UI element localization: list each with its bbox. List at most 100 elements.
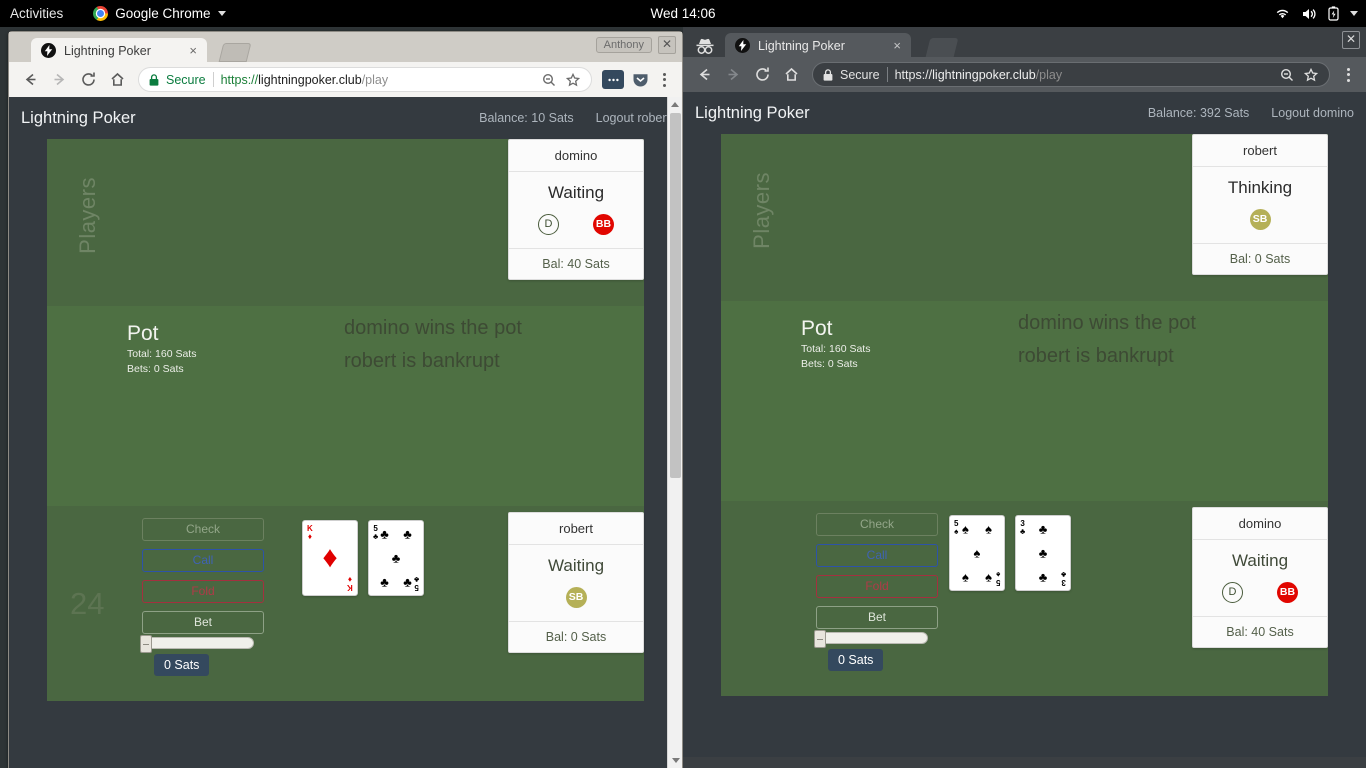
player-name: domino (1238, 516, 1282, 531)
slider-thumb[interactable] (140, 635, 152, 653)
scroll-up-arrow-icon[interactable] (668, 97, 682, 112)
fold-button[interactable]: Fold (142, 580, 264, 603)
dealer-badge: D (538, 213, 559, 235)
tab-title: Lightning Poker (758, 38, 845, 53)
card-corner-bottom: K ♦ (347, 575, 353, 592)
player-body: Waiting D BB (1193, 539, 1327, 617)
felt-top-right: Players robert Thinking SB Bal: 0 Sats (721, 134, 1328, 301)
pot-bets: Bets: 0 Sats (801, 358, 858, 370)
game-message-2: robert is bankrupt (344, 350, 500, 372)
lock-icon (149, 73, 159, 86)
felt-bottom-right: Check Call Fold Bet 0 Sats 5 ♠ 5 ♠ ♠ ♠ ♠… (721, 501, 1328, 696)
pot-total: Total: 160 Sats (127, 348, 197, 360)
pot-bets: Bets: 0 Sats (127, 363, 184, 375)
back-arrow-icon[interactable] (691, 62, 717, 88)
close-icon[interactable]: × (891, 39, 903, 52)
scrollbar-thumb[interactable] (670, 113, 681, 478)
bet-amount-slider[interactable] (140, 635, 254, 653)
felt-middle-left: Pot Total: 160 Sats Bets: 0 Sats domino … (47, 306, 644, 506)
slider-thumb[interactable] (814, 630, 826, 648)
reload-icon[interactable] (749, 62, 775, 88)
player-card-bottom[interactable]: domino Waiting D BB Bal: 40 Sats (1192, 507, 1328, 648)
volume-icon (1301, 7, 1317, 21)
bet-button[interactable]: Bet (142, 611, 264, 634)
player-card-top[interactable]: robert Thinking SB Bal: 0 Sats (1192, 134, 1328, 275)
extension-icon[interactable] (602, 70, 624, 89)
logout-link[interactable]: Logout domino (1271, 106, 1354, 120)
player-body: Waiting D BB (509, 171, 643, 249)
star-icon[interactable] (1302, 66, 1319, 83)
bet-button[interactable]: Bet (816, 606, 938, 629)
url-text: https://lightningpoker.club/play (221, 73, 533, 87)
call-button[interactable]: Call (816, 544, 938, 567)
new-tab-button[interactable] (925, 38, 959, 57)
url-path: /play (1035, 67, 1063, 82)
small-blind-badge: SB (565, 586, 587, 608)
logout-link[interactable]: Logout robert (596, 111, 670, 125)
player-state: Thinking (1227, 178, 1293, 197)
bet-amount-slider[interactable] (814, 630, 928, 648)
forward-arrow-icon (46, 67, 72, 93)
close-icon[interactable]: × (187, 44, 199, 57)
game-messages: domino wins the pot robert is bankrupt (1018, 307, 1348, 373)
home-icon[interactable] (104, 67, 130, 93)
bet-amount-chip: 0 Sats (828, 649, 884, 671)
activities-button[interactable]: Activities (10, 6, 63, 21)
felt-top-left: Players domino Waiting D BB Bal: 40 Sats (47, 139, 644, 306)
check-button[interactable]: Check (816, 513, 938, 536)
pot-title: Pot (801, 317, 833, 340)
kebab-menu-icon[interactable] (1338, 67, 1358, 82)
page-scrollbar[interactable] (667, 97, 682, 768)
hole-cards-left: K ♦ K ♦ ♦ 5 ♣ 5 ♣ ♣ ♣ ♣ ♣ ♣ (302, 520, 424, 596)
check-button[interactable]: Check (142, 518, 264, 541)
game-messages: domino wins the pot robert is bankrupt (344, 312, 674, 378)
player-state: Waiting (547, 183, 605, 202)
system-tray[interactable] (1275, 6, 1358, 21)
url-host: lightningpoker.club (932, 67, 1036, 82)
page-content-right: Lightning Poker Balance: 392 Sats Logout… (683, 92, 1366, 757)
profile-chip[interactable]: Anthony (595, 37, 652, 53)
poker-table-left: Players domino Waiting D BB Bal: 40 Sats (47, 139, 644, 701)
card-corner-top: 5 ♠ (954, 519, 959, 536)
player-card-top[interactable]: domino Waiting D BB Bal: 40 Sats (508, 139, 644, 280)
reload-icon[interactable] (75, 67, 101, 93)
hole-cards-right: 5 ♠ 5 ♠ ♠ ♠ ♠ ♠ ♠ 3 ♣ 3 ♣ ♣ ♣ ♣ (949, 515, 1071, 591)
scroll-down-arrow-icon[interactable] (668, 753, 682, 768)
address-bar-left[interactable]: Secure https://lightningpoker.club/play (138, 67, 592, 92)
card-corner-bottom: 5 ♣ (413, 575, 419, 592)
game-message-1: domino wins the pot (344, 317, 522, 339)
window-close-button[interactable]: ✕ (658, 36, 676, 54)
zoom-out-icon[interactable] (540, 71, 557, 88)
window-close-button[interactable]: ✕ (1342, 31, 1360, 49)
address-bar-right[interactable]: Secure https://lightningpoker.club/play (812, 62, 1330, 87)
pot-total: Total: 160 Sats (801, 343, 871, 355)
card-corner-bottom: 5 ♠ (995, 570, 1000, 587)
url-scheme: https:// (220, 72, 259, 87)
bet-slider-row-left: 0 Sats (140, 635, 254, 676)
zoom-out-icon[interactable] (1278, 66, 1295, 83)
fold-button[interactable]: Fold (816, 575, 938, 598)
pocket-icon[interactable] (629, 70, 651, 89)
call-button[interactable]: Call (142, 549, 264, 572)
player-card-bottom[interactable]: robert Waiting SB Bal: 0 Sats (508, 512, 644, 653)
wifi-icon (1275, 7, 1290, 20)
chrome-logo-icon (93, 6, 109, 21)
omnibox-divider (212, 72, 214, 87)
star-icon[interactable] (564, 71, 581, 88)
url-host: lightningpoker.club (258, 72, 362, 87)
tray-caret-down-icon[interactable] (1350, 11, 1358, 16)
bet-amount-chip: 0 Sats (154, 654, 210, 676)
browser-window-right: Lightning Poker × ✕ Secure https://light… (683, 27, 1366, 768)
tab-lightning-poker-left[interactable]: Lightning Poker × (31, 38, 207, 63)
toolbar-left: Secure https://lightningpoker.club/play (9, 62, 682, 97)
new-tab-button[interactable] (218, 43, 252, 62)
app-menu-button[interactable]: Google Chrome (93, 6, 226, 21)
home-icon[interactable] (778, 62, 804, 88)
lightning-bolt-icon (41, 43, 56, 58)
tab-lightning-poker-right[interactable]: Lightning Poker × (725, 33, 911, 58)
player-name: robert (1243, 143, 1277, 158)
browser-window-left: Lightning Poker × Anthony ✕ Secure https… (8, 31, 683, 768)
player-badges: D BB (1193, 581, 1327, 603)
kebab-menu-icon[interactable] (654, 72, 674, 87)
back-arrow-icon[interactable] (17, 67, 43, 93)
